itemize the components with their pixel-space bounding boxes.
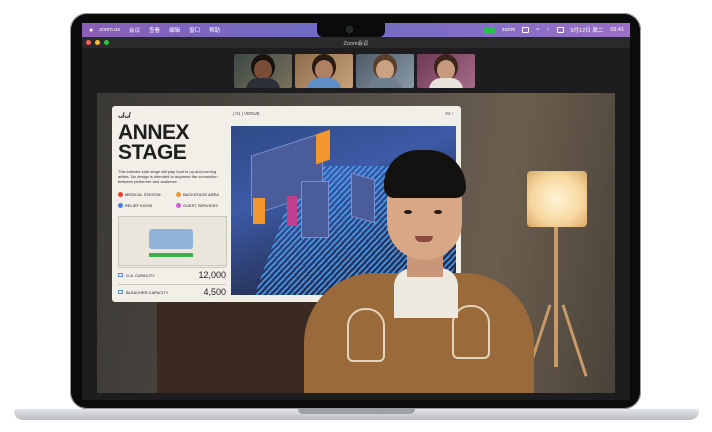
lamp-stand	[554, 227, 558, 367]
stat-marker	[118, 273, 123, 277]
participant-face	[437, 60, 455, 80]
stat-label: G.A. CAPACITY	[126, 273, 155, 278]
participant-face	[315, 60, 333, 80]
menu-meeting[interactable]: 会议	[129, 26, 140, 34]
zoom-status-label[interactable]: zoom	[502, 27, 515, 33]
participant-tile[interactable]	[356, 54, 414, 88]
menu-view[interactable]: 查看	[149, 26, 160, 34]
menu-window[interactable]: 窗口	[189, 26, 200, 34]
active-speaker-video[interactable]: ᴗ/ᴗ/ | 01 | VENUE V2 ↑ ANNEX STAGE This …	[97, 93, 615, 393]
medical-icon	[118, 192, 123, 197]
stage-light	[253, 198, 265, 224]
slide-title: ANNEX STAGE	[118, 121, 190, 164]
menubar-time[interactable]: 09:41	[610, 27, 624, 33]
guest-services-icon	[176, 203, 181, 208]
search-icon[interactable]: ○	[546, 27, 549, 33]
legend-label: RELIEF KIOSK	[125, 203, 153, 208]
menu-edit[interactable]: 编辑	[169, 26, 180, 34]
menu-app-name[interactable]: zoom.us	[99, 27, 120, 33]
participant-tile[interactable]	[234, 54, 292, 88]
speaker-hair	[384, 150, 466, 198]
speaker-eye	[434, 210, 442, 214]
mini-map-stage-area	[149, 229, 193, 249]
participant-face	[376, 60, 394, 80]
menubar-date[interactable]: 9月12日 周二	[571, 26, 604, 34]
venue-mini-map	[118, 216, 227, 266]
stat-marker	[118, 290, 123, 294]
slide-logo: ᴗ/ᴗ/	[118, 111, 131, 120]
stat-label: BLEACHER CAPACITY	[126, 290, 169, 295]
speaker-eye	[404, 210, 412, 214]
camera-icon	[347, 27, 352, 32]
legend-label: MEDICAL STATION	[125, 192, 161, 197]
speaker	[292, 133, 534, 393]
participant-strip	[234, 54, 475, 88]
lamp-shade	[527, 171, 587, 227]
participant-body	[246, 78, 280, 88]
participant-face	[254, 60, 272, 80]
stat-value: 12,000	[198, 270, 226, 280]
speaker-mouth	[415, 236, 433, 242]
participant-body	[429, 78, 463, 88]
window-title: Zoom会议	[343, 40, 369, 47]
legend-item: RELIEF KIOSK	[118, 203, 152, 208]
zoom-camera-icon[interactable]	[483, 26, 495, 34]
stat-ga-capacity: G.A. CAPACITY 12,000	[118, 267, 226, 284]
stat-value: 4,500	[203, 287, 226, 297]
laptop-base-notch	[298, 409, 415, 414]
participant-body	[307, 78, 341, 88]
battery-icon[interactable]	[522, 27, 530, 33]
legend-item: BACKSTAGE AREA	[176, 192, 219, 197]
lamp-leg	[561, 304, 588, 377]
status-area: zoom ≈ ○ 9月12日 周二 09:41	[483, 23, 624, 37]
slide-version-label: V2 ↑	[445, 111, 455, 116]
backstage-icon	[176, 192, 181, 197]
screen: ● zoom.us 会议 查看 编辑 窗口 帮助 zoom ≈ ○ 9月12日 …	[82, 23, 630, 400]
menu-help[interactable]: 帮助	[209, 26, 220, 34]
legend-label: BACKSTAGE AREA	[183, 192, 219, 197]
control-center-icon[interactable]	[556, 27, 564, 33]
slide-description: This intimate side stage will play host …	[118, 169, 218, 184]
wifi-icon[interactable]: ≈	[536, 27, 539, 33]
legend-label: GUEST SERVICES	[183, 203, 218, 208]
camera-notch	[317, 23, 385, 37]
legend-item: GUEST SERVICES	[176, 203, 218, 208]
participant-tile[interactable]	[295, 54, 353, 88]
window-titlebar: Zoom会议	[82, 37, 630, 48]
relief-kiosk-icon	[118, 203, 123, 208]
stat-bleacher-capacity: BLEACHER CAPACITY 4,500	[118, 284, 226, 301]
slide-venue-label: | 01 | VENUE	[233, 111, 260, 116]
participant-tile[interactable]	[417, 54, 475, 88]
mini-map-bleachers	[149, 253, 193, 257]
zoom-meeting-window: Zoom会议 ᴗ/ᴗ/ | 01 | VENUE V2 ↑ ANNEX STAG…	[82, 37, 630, 400]
apple-icon[interactable]: ●	[89, 27, 93, 34]
legend-item: MEDICAL STATION	[118, 192, 160, 197]
jacket-embroidery	[347, 308, 385, 362]
participant-body	[368, 78, 402, 88]
